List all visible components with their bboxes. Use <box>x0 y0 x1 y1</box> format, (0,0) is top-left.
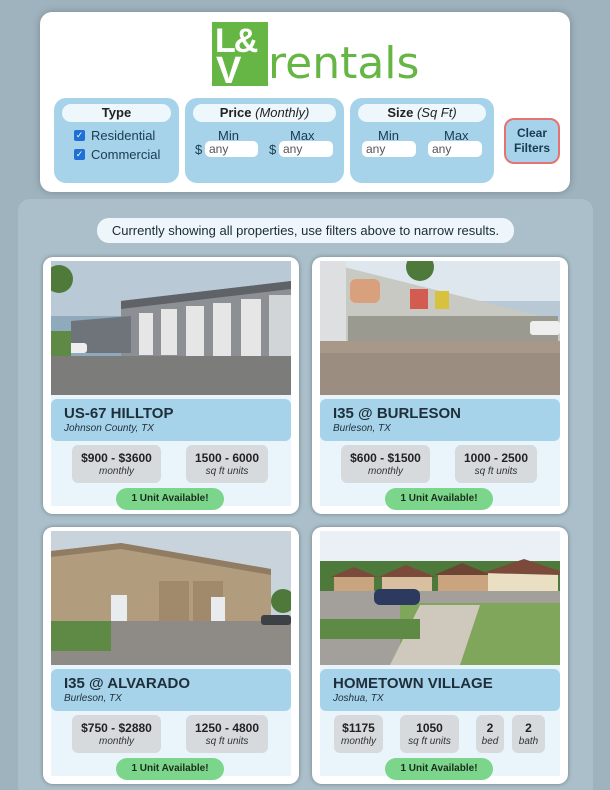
property-card[interactable]: HOMETOWN VILLAGE Joshua, TX $1175 monthly… <box>312 527 568 784</box>
logo-text: rentals <box>268 38 420 89</box>
logo[interactable]: L& V rentals <box>212 22 419 92</box>
results-notice: Currently showing all properties, use fi… <box>97 218 514 243</box>
commercial-checkbox-row[interactable]: ✓ Commercial <box>74 147 160 162</box>
property-card[interactable]: I35 @ BURLESON Burleson, TX $600 - $1500… <box>312 257 568 514</box>
price-stat: $1175 monthly <box>334 715 383 753</box>
property-location: Johnson County, TX <box>64 423 154 434</box>
price-stat: $750 - $2880 monthly <box>72 715 161 753</box>
size-stat: 1500 - 6000 sq ft units <box>186 445 268 483</box>
size-stat: 1250 - 4800 sq ft units <box>186 715 268 753</box>
property-name[interactable]: I35 @ ALVARADO <box>64 675 190 692</box>
size-stat: 1000 - 2500 sq ft units <box>455 445 537 483</box>
availability-badge[interactable]: 1 Unit Available! <box>385 488 493 510</box>
property-card[interactable]: I35 @ ALVARADO Burleson, TX $750 - $2880… <box>43 527 299 784</box>
residential-checkbox-row[interactable]: ✓ Residential <box>74 128 155 143</box>
price-stat: $900 - $3600 monthly <box>72 445 161 483</box>
property-name[interactable]: US-67 HILLTOP <box>64 405 173 422</box>
property-name[interactable]: HOMETOWN VILLAGE <box>333 675 493 692</box>
property-location: Burleson, TX <box>333 423 391 434</box>
price-max-input[interactable]: any <box>279 141 333 157</box>
type-filter: Type ✓ Residential ✓ Commercial <box>54 98 179 183</box>
price-min-currency: $ <box>195 142 203 157</box>
property-photo[interactable] <box>51 531 291 665</box>
price-max-currency: $ <box>269 142 277 157</box>
availability-badge[interactable]: 1 Unit Available! <box>385 758 493 780</box>
property-card[interactable]: US-67 HILLTOP Johnson County, TX $900 - … <box>43 257 299 514</box>
price-filter-title: Price (Monthly) <box>193 104 336 122</box>
size-filter-title: Size (Sq Ft) <box>358 104 486 122</box>
logo-mark-bottom: V <box>216 50 242 92</box>
property-location: Joshua, TX <box>333 693 384 704</box>
property-photo[interactable] <box>51 261 291 395</box>
property-photo[interactable] <box>320 261 560 395</box>
beds-stat: 2 bed <box>476 715 504 753</box>
property-title-bar: I35 @ ALVARADO Burleson, TX <box>51 669 291 711</box>
size-max-input[interactable]: any <box>428 141 482 157</box>
availability-badge[interactable]: 1 Unit Available! <box>116 758 224 780</box>
property-title-bar: HOMETOWN VILLAGE Joshua, TX <box>320 669 560 711</box>
property-location: Burleson, TX <box>64 693 122 704</box>
price-min-input[interactable]: any <box>205 141 258 157</box>
price-filter: Price (Monthly) Min Max $ any $ any <box>185 98 344 183</box>
residential-label: Residential <box>91 128 156 143</box>
commercial-checkbox[interactable]: ✓ <box>74 149 85 160</box>
logo-mark: L& V <box>212 22 268 92</box>
residential-checkbox[interactable]: ✓ <box>74 130 85 141</box>
results-panel: Currently showing all properties, use fi… <box>18 199 593 790</box>
type-filter-title: Type <box>62 104 171 122</box>
size-filter: Size (Sq Ft) Min Max any any <box>350 98 494 183</box>
property-photo[interactable] <box>320 531 560 665</box>
property-name[interactable]: I35 @ BURLESON <box>333 405 461 422</box>
clear-filters-button[interactable]: Clear Filters <box>504 118 560 164</box>
price-stat: $600 - $1500 monthly <box>341 445 430 483</box>
commercial-label: Commercial <box>91 147 161 162</box>
baths-stat: 2 bath <box>512 715 545 753</box>
size-min-input[interactable]: any <box>362 141 416 157</box>
header: L& V rentals Type ✓ Residential ✓ Commer… <box>40 12 570 192</box>
size-stat: 1050 sq ft units <box>400 715 459 753</box>
availability-badge[interactable]: 1 Unit Available! <box>116 488 224 510</box>
property-title-bar: US-67 HILLTOP Johnson County, TX <box>51 399 291 441</box>
property-title-bar: I35 @ BURLESON Burleson, TX <box>320 399 560 441</box>
